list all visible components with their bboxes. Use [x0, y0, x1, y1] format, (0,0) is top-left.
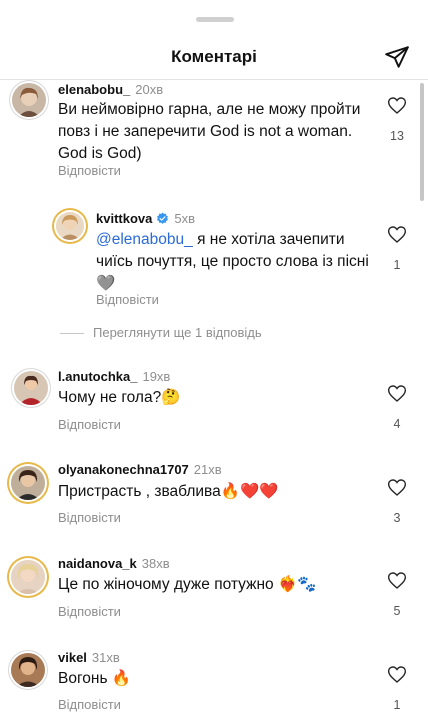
comment-meta: l.anutochka_ 19хв: [58, 369, 170, 384]
avatar[interactable]: [11, 466, 45, 500]
reply-button[interactable]: Відповісти: [58, 417, 121, 432]
like-button[interactable]: 1: [386, 665, 408, 712]
view-more-divider: [60, 333, 84, 334]
header-divider: [0, 79, 428, 80]
heart-icon: [387, 385, 407, 402]
heart-icon: [387, 666, 407, 683]
avatar[interactable]: [11, 653, 45, 687]
timestamp: 38хв: [141, 556, 170, 571]
comment-body: Чому не гола?: [58, 389, 162, 406]
like-button[interactable]: 4: [386, 384, 408, 431]
comment-emoji: ❤️‍🔥🐾: [277, 576, 317, 593]
sheet-grabber[interactable]: [196, 17, 234, 22]
comment-meta: vikel 31хв: [58, 650, 120, 665]
comment-emoji: 🩶: [96, 275, 116, 292]
username[interactable]: olyanakonechna1707: [58, 462, 189, 477]
like-count: 5: [393, 604, 401, 618]
verified-badge-icon: [157, 212, 169, 224]
comment-body: Пристрасть , зваблива: [58, 483, 221, 500]
comment-body: Вогонь: [58, 670, 108, 687]
heart-icon: [387, 479, 407, 496]
comment-text: Це по жіночому дуже потужно ❤️‍🔥🐾: [58, 574, 376, 596]
scrollbar[interactable]: [420, 83, 424, 201]
comment-body: Це по жіночому дуже потужно: [58, 576, 274, 593]
username[interactable]: kvittkova: [96, 211, 152, 226]
comment-meta: kvittkova 5хв: [96, 211, 195, 226]
comment-text: Вогонь 🔥: [58, 668, 376, 690]
comment-meta: naidanova_k 38хв: [58, 556, 170, 571]
username[interactable]: elenabobu_: [58, 82, 130, 97]
comment-text: Ви неймовірно гарна, але не можу пройти …: [58, 101, 361, 162]
comment-text: Пристрасть , зваблива🔥❤️❤️: [58, 481, 376, 503]
like-button[interactable]: 13: [386, 96, 408, 143]
timestamp: 20хв: [135, 82, 164, 97]
page-title: Коментарі: [171, 47, 257, 66]
comments-sheet: Коментарі elenabobu_ 20хв Ви неймовірно г…: [0, 0, 428, 728]
username[interactable]: naidanova_k: [58, 556, 137, 571]
reply-button[interactable]: Відповісти: [58, 604, 121, 619]
username[interactable]: vikel: [58, 650, 87, 665]
reply-button[interactable]: Відповісти: [58, 697, 121, 712]
comment-emoji: 🤔: [161, 389, 181, 406]
like-count: 4: [393, 417, 401, 431]
reply-button[interactable]: Відповісти: [58, 163, 121, 178]
comment-emoji: 🔥: [111, 670, 132, 687]
heart-icon: [387, 97, 407, 114]
like-button[interactable]: 5: [386, 571, 408, 618]
avatar[interactable]: [11, 560, 45, 594]
comment-emoji: 🔥❤️❤️: [220, 483, 279, 500]
like-count: 3: [393, 511, 401, 525]
like-count: 13: [390, 129, 404, 143]
timestamp: 21хв: [193, 462, 222, 477]
timestamp: 31хв: [91, 650, 120, 665]
reply-button[interactable]: Відповісти: [96, 292, 159, 307]
comment-meta: olyanakonechna1707 21хв: [58, 462, 222, 477]
heart-icon: [387, 226, 407, 243]
comment-meta: elenabobu_ 20хв: [58, 82, 163, 97]
avatar[interactable]: [56, 212, 84, 240]
like-button[interactable]: 3: [386, 478, 408, 525]
comment-text: Чому не гола?🤔: [58, 387, 376, 409]
avatar[interactable]: [12, 83, 46, 117]
timestamp: 19хв: [142, 369, 171, 384]
avatar[interactable]: [14, 371, 48, 405]
view-more-label[interactable]: Переглянути ще 1 відповідь: [93, 325, 262, 340]
mention-link[interactable]: @elenabobu_: [96, 231, 193, 248]
comment-text: @elenabobu_ я не хотіла зачепити чиїсь п…: [96, 229, 381, 295]
heart-icon: [387, 572, 407, 589]
timestamp: 5хв: [174, 211, 196, 226]
username[interactable]: l.anutochka_: [58, 369, 137, 384]
send-icon[interactable]: [384, 44, 410, 70]
like-count: 1: [393, 698, 401, 712]
reply-button[interactable]: Відповісти: [58, 510, 121, 525]
like-button[interactable]: 1: [386, 225, 408, 272]
like-count: 1: [393, 258, 401, 272]
